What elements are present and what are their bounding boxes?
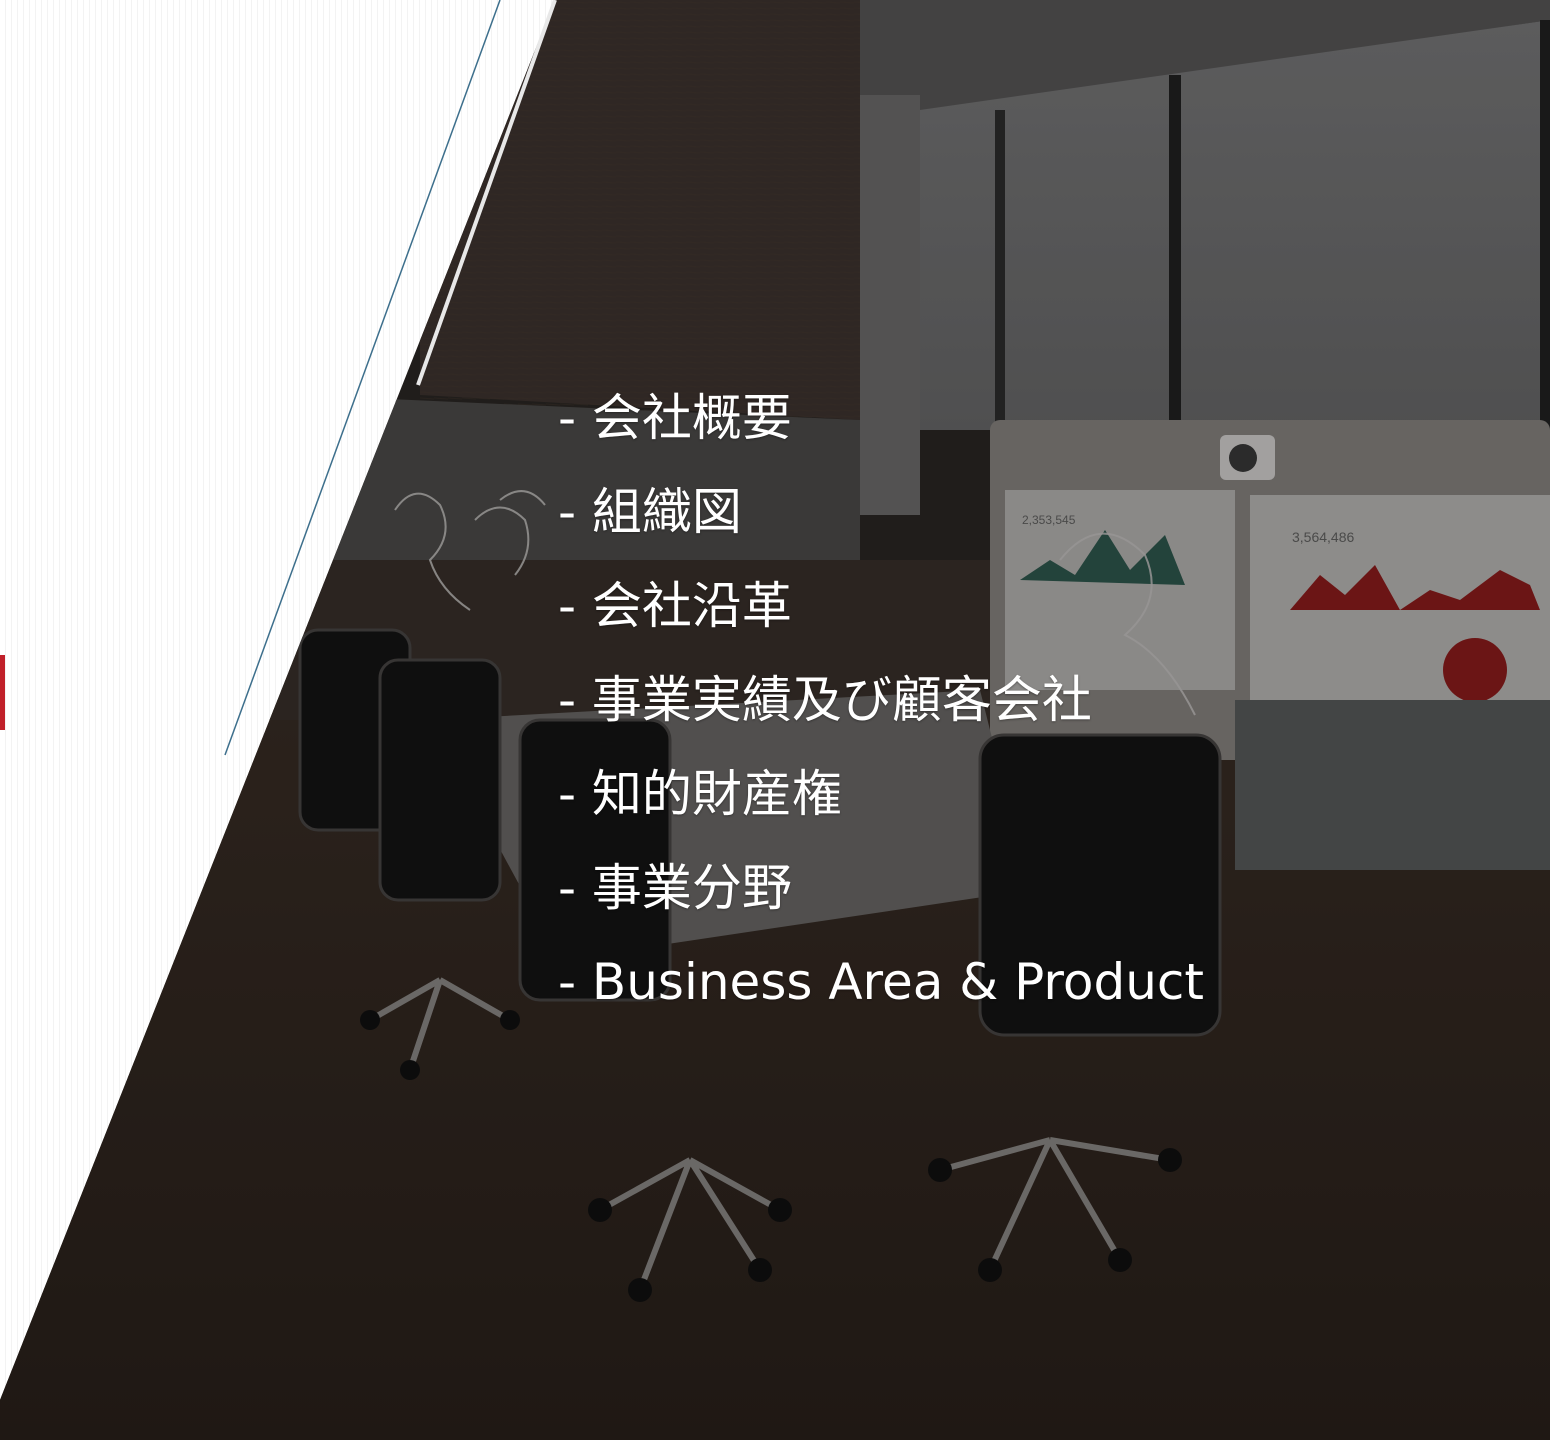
menu-item-label: - 会社概要 (558, 389, 792, 447)
menu-item-label: - 知的財産権 (558, 765, 842, 823)
menu-item-label: - 事業分野 (558, 859, 792, 917)
slide: - 会社概要 - 組織図 - 会社沿革 - 事業実績及び顧客会社 - 知的財産権… (0, 0, 1550, 1440)
menu-item-label: - 事業実績及び顧客会社 (558, 671, 1092, 729)
menu-item-organization-chart[interactable]: - 組織図 (558, 480, 1204, 574)
menu-item-label: - Business Area & Product (558, 953, 1204, 1011)
screen-right-value: 3,564,486 (1292, 529, 1355, 545)
menu-item-business-record[interactable]: - 事業実績及び顧客会社 (558, 668, 1204, 762)
screen-left-value: 2,353,545 (1022, 513, 1076, 527)
menu-item-company-overview[interactable]: - 会社概要 (558, 386, 1204, 480)
menu-item-company-history[interactable]: - 会社沿革 (558, 574, 1204, 668)
menu-item-business-area-product[interactable]: - Business Area & Product (558, 950, 1204, 1044)
agenda-menu: - 会社概要 - 組織図 - 会社沿革 - 事業実績及び顧客会社 - 知的財産権… (558, 386, 1204, 1044)
menu-item-business-field[interactable]: - 事業分野 (558, 856, 1204, 950)
menu-item-label: - 組織図 (558, 483, 742, 541)
menu-item-label: - 会社沿革 (558, 577, 792, 635)
menu-item-intellectual-property[interactable]: - 知的財産権 (558, 762, 1204, 856)
